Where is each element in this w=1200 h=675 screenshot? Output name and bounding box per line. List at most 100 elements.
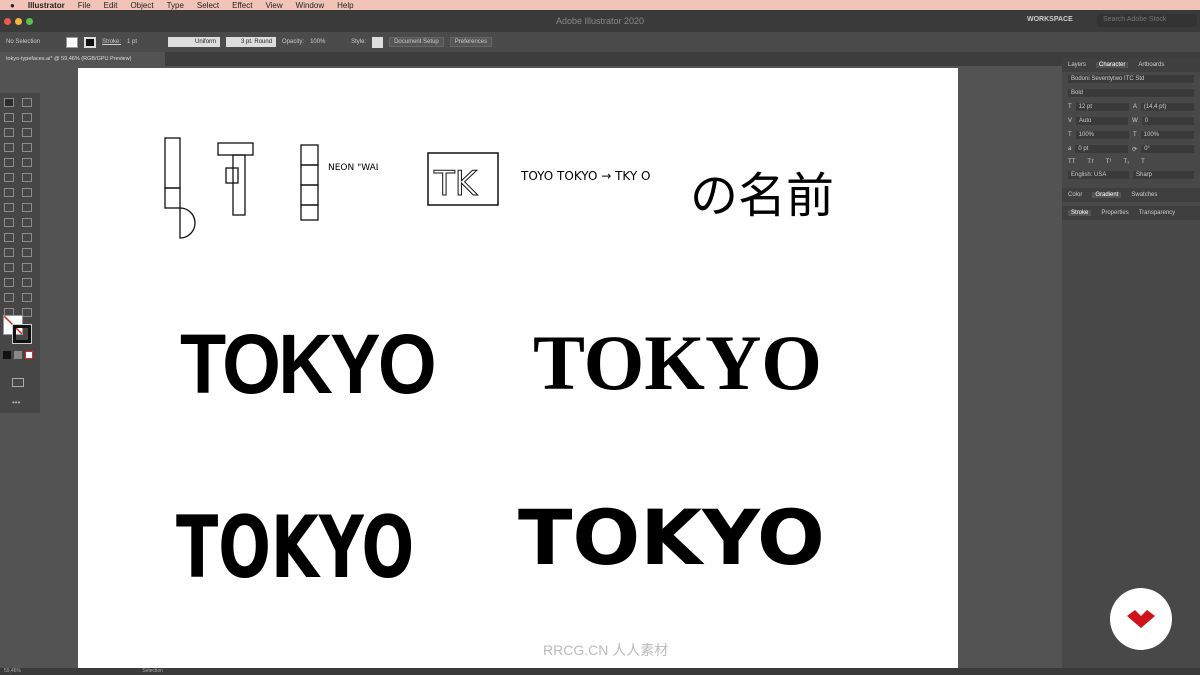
japanese-text[interactable]: の名前 (690, 156, 834, 226)
eyedropper-icon[interactable] (4, 263, 14, 272)
tab-transparency[interactable]: Transparency (1139, 210, 1175, 216)
tokyo-narrow[interactable]: TOKYO (176, 498, 414, 598)
font-size-input[interactable]: 12 pt (1075, 103, 1129, 111)
graph-icon[interactable] (22, 278, 32, 287)
selection-tool-icon[interactable] (4, 98, 14, 107)
menu-bar: ● Illustrator File Edit Object Type Sele… (0, 0, 1200, 10)
line-tool-icon[interactable] (22, 143, 32, 152)
pencil-icon[interactable] (4, 173, 14, 182)
horizontal-scale-input[interactable]: 100% (1140, 131, 1194, 139)
slice-icon[interactable] (22, 293, 32, 302)
artboard-tool-icon[interactable] (4, 293, 14, 302)
all-caps-icon[interactable]: TT (1068, 159, 1075, 165)
pen-tool-icon[interactable] (4, 128, 14, 137)
apple-icon[interactable]: ● (10, 1, 15, 10)
magic-wand-icon[interactable] (4, 113, 14, 122)
lasso-icon[interactable] (22, 113, 32, 122)
tokyo-condensed-bold[interactable]: TOKYO (180, 316, 437, 413)
menu-view[interactable]: View (265, 1, 282, 10)
tab-layers[interactable]: Layers (1068, 62, 1086, 68)
color-mode-icon[interactable] (3, 351, 11, 359)
document-tab[interactable]: tokyo-typefaces.ai* @ 59,46% (RGB/GPU Pr… (0, 52, 165, 66)
direct-selection-tool-icon[interactable] (22, 98, 32, 107)
zoom-level[interactable]: 59,46% (4, 668, 21, 674)
scale-icon[interactable] (4, 203, 14, 212)
tab-properties[interactable]: Properties (1101, 210, 1128, 216)
curvature-icon[interactable] (22, 128, 32, 137)
gradient-icon[interactable] (22, 248, 32, 257)
vertical-scale-input[interactable]: 100% (1075, 131, 1129, 139)
menu-select[interactable]: Select (197, 1, 219, 10)
font-style-select[interactable]: Bold (1068, 89, 1194, 97)
underline-icon[interactable]: T (1141, 159, 1145, 165)
shape-builder-icon[interactable] (4, 233, 14, 242)
channel-logo (1110, 588, 1172, 650)
sketch-tokyo-label: TOYO TOKYO → TKY OKO (520, 169, 651, 183)
toolbar: ••• (0, 93, 40, 413)
menu-file[interactable]: File (78, 1, 91, 10)
opacity-label: Opacity: (282, 39, 305, 45)
mesh-icon[interactable] (4, 248, 14, 257)
menu-effect[interactable]: Effect (232, 1, 252, 10)
superscript-icon[interactable]: T¹ (1106, 159, 1112, 165)
stroke-color-icon[interactable] (12, 324, 32, 344)
menu-object[interactable]: Object (130, 1, 153, 10)
brush-definition[interactable]: 3 pt. Round (226, 37, 277, 47)
fill-swatch[interactable] (66, 36, 79, 48)
style-swatch[interactable] (372, 36, 384, 48)
anti-aliasing-select[interactable]: Sharp (1133, 171, 1194, 179)
tracking-input[interactable]: 0 (1141, 117, 1194, 125)
svg-text:TK: TK (433, 164, 479, 204)
free-transform-icon[interactable] (22, 218, 32, 227)
symbol-sprayer-icon[interactable] (4, 278, 14, 287)
menu-app[interactable]: Illustrator (28, 1, 65, 10)
menu-help[interactable]: Help (337, 1, 353, 10)
tab-color[interactable]: Color (1068, 192, 1082, 198)
gradient-mode-icon[interactable] (14, 351, 22, 359)
tokyo-bodoni[interactable]: TOKYO (533, 318, 822, 408)
eraser-icon[interactable] (22, 173, 32, 182)
tab-stroke[interactable]: Stroke (1068, 210, 1092, 216)
artboard[interactable]: NEON "WALL" TK TOYO TOKYO → TKY OKO の名前 … (78, 68, 958, 668)
warp-icon[interactable] (4, 218, 14, 227)
stroke-weight-input[interactable]: 1 pt (127, 39, 162, 45)
more-tools-icon[interactable]: ••• (12, 398, 20, 407)
stroke-swatch[interactable] (84, 36, 97, 48)
zoom-icon[interactable] (22, 308, 32, 317)
sketch-tokyo: TK TOYO TOKYO → TKY OKO (427, 152, 651, 206)
opacity-input[interactable]: 100% (310, 39, 345, 45)
type-tool-icon[interactable] (4, 143, 14, 152)
tab-swatches[interactable]: Swatches (1131, 192, 1157, 198)
leading-input[interactable]: (14,4 pt) (1140, 103, 1194, 111)
tab-character[interactable]: Character (1096, 62, 1129, 68)
menu-type[interactable]: Type (167, 1, 184, 10)
subscript-icon[interactable]: T₁ (1123, 159, 1129, 165)
baseline-input[interactable]: 0 pt (1075, 145, 1129, 153)
small-caps-icon[interactable]: Tт (1087, 159, 1093, 165)
scissors-icon[interactable] (22, 203, 32, 212)
rotate-icon[interactable] (4, 188, 14, 197)
menu-edit[interactable]: Edit (104, 1, 118, 10)
rotation-input[interactable]: 0° (1141, 145, 1194, 153)
kerning-input[interactable]: Auto (1076, 117, 1129, 125)
document-setup-button[interactable]: Document Setup (389, 37, 444, 47)
rectangle-tool-icon[interactable] (4, 158, 14, 167)
font-family-select[interactable]: Bodoni Seventytwo ITC Std (1068, 75, 1194, 83)
preferences-button[interactable]: Preferences (449, 37, 493, 47)
stock-search-input[interactable]: Search Adobe Stock (1097, 14, 1197, 27)
style-label: Style: (351, 39, 367, 45)
selection-status: No Selection (6, 39, 41, 45)
tokyo-geometric[interactable]: TOKYO (518, 493, 825, 582)
tab-gradient[interactable]: Gradient (1092, 192, 1122, 198)
tab-artboards[interactable]: Artboards (1138, 62, 1164, 68)
live-paint-icon[interactable] (22, 233, 32, 242)
paintbrush-icon[interactable] (22, 158, 32, 167)
menu-window[interactable]: Window (296, 1, 324, 10)
screen-mode-icon[interactable] (12, 378, 24, 387)
language-select[interactable]: English: USA (1068, 171, 1129, 179)
none-mode-icon[interactable] (25, 351, 33, 359)
workspace-switcher[interactable]: WORKSPACE (1027, 16, 1073, 23)
blend-icon[interactable] (22, 263, 32, 272)
reflect-icon[interactable] (22, 188, 32, 197)
variable-width-profile[interactable]: Uniform (168, 37, 221, 47)
